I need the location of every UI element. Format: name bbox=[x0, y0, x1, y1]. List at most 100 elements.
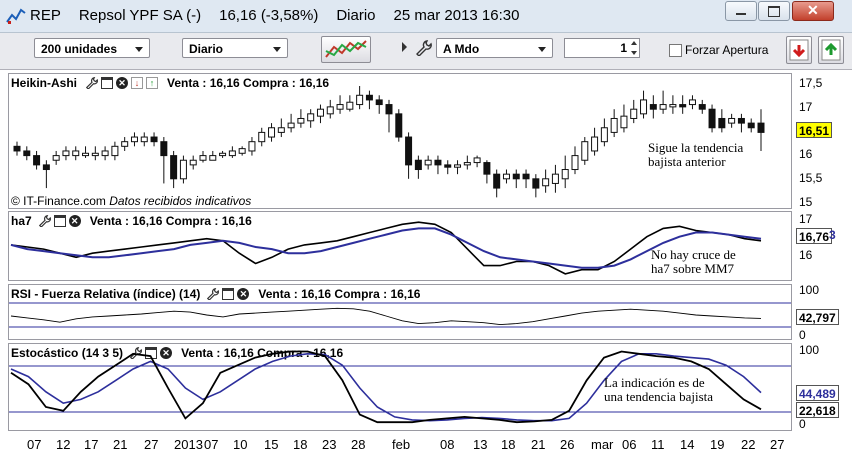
heikin-annotation: Sigue la tendencia bajista anterior bbox=[648, 141, 743, 169]
date-axis-label: 14 bbox=[680, 437, 695, 452]
date-axis-label: 18 bbox=[501, 437, 516, 452]
candle-body bbox=[669, 104, 677, 108]
date-axis-label: 07 bbox=[27, 437, 42, 452]
stepper-down-icon[interactable] bbox=[631, 51, 637, 55]
date-axis-label: 08 bbox=[440, 437, 455, 452]
candle-body bbox=[101, 150, 109, 157]
buy-order-button[interactable] bbox=[818, 36, 844, 64]
candle-body bbox=[170, 155, 178, 180]
window-symbol: REP bbox=[30, 7, 61, 24]
force-open-label: Forzar Apertura bbox=[685, 43, 769, 57]
timeframe-select-value: Diario bbox=[189, 42, 224, 56]
toolbar: 200 unidades Diario A Mdo 1 Forzar Apert… bbox=[0, 33, 852, 70]
candle-body bbox=[591, 136, 599, 152]
maximize-button[interactable] bbox=[758, 1, 790, 21]
date-axis-label: mar bbox=[591, 437, 614, 452]
force-open-checkbox[interactable] bbox=[669, 44, 682, 57]
window-title: REP Repsol YPF SA (-) 16,16 (-3,58%) Diario… bbox=[30, 7, 537, 24]
candle-body bbox=[33, 155, 41, 166]
candle-body bbox=[160, 141, 168, 157]
candle-body bbox=[385, 104, 393, 115]
candle-body bbox=[150, 136, 158, 143]
minimize-icon bbox=[736, 13, 746, 15]
ha7-axis-tick: 17 bbox=[799, 212, 813, 226]
window-quote: 16,16 (-3,58%) bbox=[219, 7, 319, 24]
candle-body bbox=[542, 178, 550, 187]
ha7-annotation-line1: No hay cruce de bbox=[651, 247, 736, 262]
date-axis: 07 12 17 21 27 2013 07 10 15 18 23 28 feb 08 13 18 21 26 m… bbox=[8, 432, 792, 454]
chevron-down-icon bbox=[135, 47, 143, 52]
panel-toggle-arrow-icon[interactable] bbox=[402, 42, 407, 52]
candle-body bbox=[52, 155, 60, 161]
candle-body bbox=[434, 159, 442, 166]
close-icon: ✕ bbox=[807, 2, 819, 18]
candle-body bbox=[307, 113, 315, 122]
minimize-button[interactable] bbox=[725, 1, 757, 21]
title-bar: REP Repsol YPF SA (-) 16,16 (-3,58%) Diario… bbox=[0, 0, 852, 33]
candle-body bbox=[659, 104, 667, 110]
timeframe-select[interactable]: Diario bbox=[182, 38, 288, 58]
stoch-value-k-badge: 22,618 bbox=[796, 402, 839, 418]
candle-body bbox=[346, 101, 354, 110]
units-select[interactable]: 200 unidades bbox=[34, 38, 150, 58]
rsi-chart bbox=[9, 302, 791, 328]
candle-body bbox=[189, 159, 197, 166]
heikin-annotation-line2: bajista anterior bbox=[648, 154, 726, 169]
candle-body bbox=[248, 141, 256, 152]
units-select-value: 200 unidades bbox=[41, 42, 118, 56]
candle-body bbox=[483, 162, 491, 175]
rsi-panel[interactable]: RSI - Fuerza Relativa (índice) (14) ✕ Ve… bbox=[8, 284, 792, 340]
candle-body bbox=[444, 164, 452, 168]
chevron-down-icon bbox=[538, 47, 546, 52]
sell-arrow-icon bbox=[789, 39, 809, 61]
candle-body bbox=[620, 115, 628, 129]
order-type-value: A Mdo bbox=[443, 42, 480, 56]
candle-body bbox=[111, 145, 119, 157]
stoch-value-d-badge: 44,489 bbox=[796, 385, 839, 401]
candle-body bbox=[718, 117, 726, 129]
credit-text: © IT-Finance.com bbox=[11, 194, 106, 208]
candle-body bbox=[23, 150, 31, 157]
candle-body bbox=[502, 173, 510, 180]
candle-body bbox=[13, 145, 21, 152]
quantity-stepper[interactable]: 1 bbox=[564, 38, 640, 58]
wrench-icon[interactable] bbox=[416, 40, 432, 56]
date-axis-label: 18 bbox=[293, 437, 308, 452]
candle-body bbox=[405, 136, 413, 166]
ha-axis-tick: 15,5 bbox=[799, 171, 823, 185]
stepper-up-icon[interactable] bbox=[631, 41, 637, 45]
date-axis-label: 10 bbox=[233, 437, 248, 452]
chart-indicators-button[interactable] bbox=[321, 36, 371, 63]
candle-body bbox=[463, 162, 471, 166]
candle-body bbox=[375, 99, 383, 106]
candle-body bbox=[424, 159, 432, 166]
maximize-icon bbox=[768, 6, 780, 17]
ha-axis-tick: 17,5 bbox=[799, 76, 823, 90]
candle-body bbox=[238, 148, 246, 154]
candle-body bbox=[82, 152, 90, 157]
ha-axis-tick: 15 bbox=[799, 195, 813, 209]
candle-body bbox=[395, 113, 403, 138]
date-axis-label: 21 bbox=[531, 437, 546, 452]
order-type-select[interactable]: A Mdo bbox=[436, 38, 553, 58]
date-axis-label: 2013 bbox=[174, 437, 203, 452]
candle-body bbox=[493, 173, 501, 189]
stoch-axis-tick: 0 bbox=[799, 417, 806, 431]
candle-body bbox=[708, 108, 716, 129]
close-button[interactable]: ✕ bbox=[792, 1, 834, 21]
candle-body bbox=[199, 155, 207, 161]
candle-body bbox=[728, 117, 736, 124]
ha7-axis-tick: 16 bbox=[799, 248, 813, 262]
stoch-axis-tick: 100 bbox=[799, 343, 820, 357]
candle-body bbox=[473, 157, 481, 164]
stochastic-annotation-line2: una tendencia bajista bbox=[604, 389, 714, 404]
sell-order-button[interactable] bbox=[786, 36, 812, 64]
candle-body bbox=[42, 164, 50, 171]
candle-body bbox=[228, 150, 236, 157]
current-price-badge: 16,51 bbox=[796, 122, 833, 138]
candle-body bbox=[336, 104, 344, 110]
candle-body bbox=[316, 108, 324, 117]
candle-body bbox=[610, 117, 618, 133]
candle-body bbox=[571, 155, 579, 171]
candle-body bbox=[522, 173, 530, 180]
